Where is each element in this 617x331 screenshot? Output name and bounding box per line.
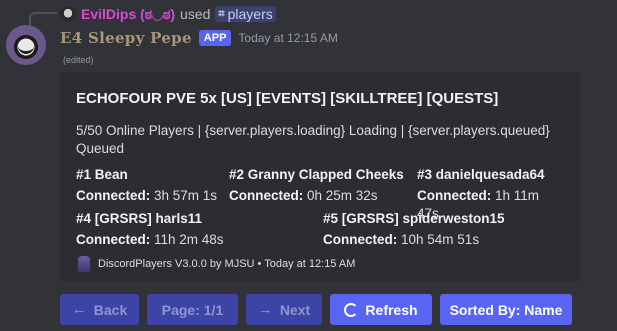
action-row: ← Back Page: 1/1 → Next Refresh Sorted B… (60, 294, 572, 325)
player-connected: Connected: 0h 25m 32s (229, 187, 404, 205)
back-button[interactable]: ← Back (60, 294, 139, 325)
connected-label: Connected: (417, 188, 492, 203)
refresh-icon (344, 302, 359, 317)
player-name: #4 [GRSRS] harls11 (76, 211, 203, 226)
player-field-5: #5 [GRSRS] spiderweston15 Connected: 10h… (323, 210, 505, 249)
command-mention[interactable]: ⌗ players (215, 6, 276, 22)
reply-user-avatar[interactable] (60, 6, 76, 22)
connected-label: Connected: (323, 232, 398, 247)
back-label: Back (93, 301, 128, 318)
player-name: #2 Granny Clapped Cheeks (229, 167, 404, 182)
page-indicator-button[interactable]: Page: 1/1 (147, 294, 238, 325)
connected-label: Connected: (76, 232, 151, 247)
edited-label: (edited) (63, 55, 94, 65)
connected-time: 3h 57m 1s (154, 188, 218, 203)
embed-footer: DiscordPlayers V3.0.0 by MJSU • Today at… (78, 256, 355, 272)
embed-fields: #1 Bean Connected: 3h 57m 1s #2 Granny C… (76, 158, 564, 268)
author-name[interactable]: E4 Sleepy Pepe (60, 29, 192, 47)
connected-label: Connected: (229, 188, 304, 203)
player-name: #5 [GRSRS] spiderweston15 (323, 211, 505, 226)
message-header: E4 Sleepy Pepe APP Today at 12:15 AM (60, 28, 338, 48)
connected-time: 0h 25m 32s (307, 188, 378, 203)
player-name: #3 danielquesada64 (417, 167, 545, 182)
refresh-label: Refresh (365, 301, 418, 318)
sort-button[interactable]: Sorted By: Name (440, 294, 572, 325)
player-field-4: #4 [GRSRS] harls11 Connected: 11h 2m 48s (76, 210, 224, 249)
players-embed: ECHOFOUR PVE 5x [US] [EVENTS] [SKILLTREE… (60, 72, 580, 282)
reply-used-text: used (180, 6, 211, 22)
message-timestamp[interactable]: Today at 12:15 AM (238, 31, 337, 45)
slash-command-icon: ⌗ (218, 7, 225, 20)
command-reply-bar[interactable]: EvilDips (ಠ◡ಠ) used ⌗ players (60, 4, 276, 24)
connected-label: Connected: (76, 188, 151, 203)
embed-description: 5/50 Online Players | {server.players.lo… (76, 123, 550, 156)
player-name: #1 Bean (76, 167, 128, 182)
next-button[interactable]: → Next (246, 294, 322, 325)
avatar-face (18, 39, 34, 54)
player-connected: Connected: 3h 57m 1s (76, 187, 217, 205)
sort-label: Sorted By: Name (449, 301, 563, 318)
connected-time: 10h 54m 51s (401, 232, 480, 247)
player-connected: Connected: 10h 54m 51s (323, 231, 505, 249)
plugin-icon (78, 256, 90, 272)
reply-username[interactable]: EvilDips (ಠ◡ಠ) (81, 6, 175, 23)
next-label: Next (279, 301, 311, 318)
arrow-right-icon: → (257, 301, 273, 318)
app-badge: APP (198, 30, 232, 46)
player-field-2: #2 Granny Clapped Cheeks Connected: 0h 2… (229, 166, 404, 205)
arrow-left-icon: ← (71, 301, 87, 318)
player-field-1: #1 Bean Connected: 3h 57m 1s (76, 166, 217, 205)
command-name: players (227, 6, 273, 22)
refresh-button[interactable]: Refresh (330, 294, 432, 325)
player-connected: Connected: 11h 2m 48s (76, 231, 224, 249)
bot-avatar[interactable] (6, 25, 46, 65)
connected-time: 11h 2m 48s (154, 232, 224, 247)
embed-title: ECHOFOUR PVE 5x [US] [EVENTS] [SKILLTREE… (76, 90, 499, 107)
page-label: Page: 1/1 (161, 301, 224, 318)
footer-text: DiscordPlayers V3.0.0 by MJSU • Today at… (98, 258, 356, 270)
